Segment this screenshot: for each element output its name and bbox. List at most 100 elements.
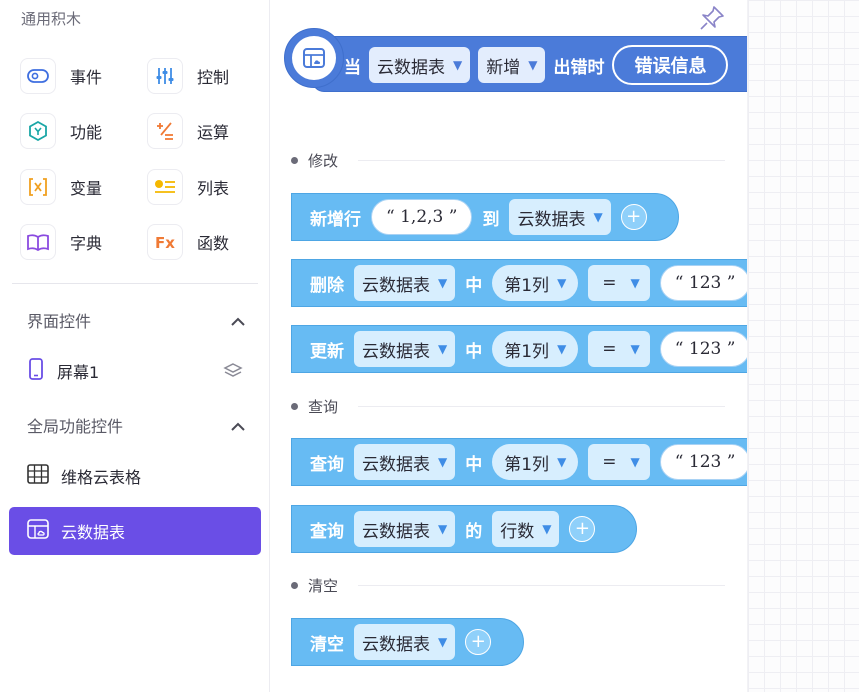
- query-row-count-block[interactable]: 查询 云数据表 ▼ 的 行数 ▼ +: [291, 505, 637, 553]
- add-arg-button[interactable]: +: [569, 516, 596, 542]
- tree-item-vika-table[interactable]: 维格云表格: [9, 452, 261, 500]
- block-label: 中: [465, 454, 483, 475]
- fx-icon: Fx: [147, 224, 183, 260]
- category-label: 查询: [308, 398, 339, 416]
- chevron-down-icon: ▼: [453, 58, 463, 72]
- block-label: 的: [465, 521, 483, 542]
- error-info-param[interactable]: 错误信息: [612, 45, 729, 85]
- chevron-down-icon: ▼: [438, 342, 448, 356]
- chevron-down-icon: ▼: [438, 276, 448, 290]
- add-row-block[interactable]: 新增行 “ 1,2,3 ” 到 云数据表 ▼ +: [291, 193, 679, 241]
- update-block[interactable]: 更新 云数据表 ▼ 中 第1列 ▼ = ▼ “ 123 ”: [291, 325, 747, 373]
- hat-table-dropdown[interactable]: 云数据表 ▼: [369, 47, 471, 83]
- tile-label: 列表: [197, 179, 230, 198]
- dropdown-value: 第1列: [504, 454, 550, 475]
- dropdown-value: 第1列: [504, 275, 550, 296]
- group-ui-controls[interactable]: 界面控件: [27, 308, 245, 332]
- dropdown-value: =: [602, 273, 617, 293]
- chevron-up-icon: [231, 416, 245, 435]
- dropdown-value: 云数据表: [362, 275, 430, 296]
- column-dropdown[interactable]: 第1列 ▼: [492, 331, 579, 367]
- category-clear: 清空: [291, 575, 725, 596]
- tile-label: 变量: [70, 179, 103, 198]
- category-divider: [358, 160, 725, 161]
- svg-text:Fx: Fx: [155, 234, 175, 250]
- add-arg-button[interactable]: +: [465, 629, 492, 655]
- chevron-down-icon: ▼: [438, 455, 448, 469]
- tile-variable[interactable]: 变量: [20, 169, 102, 205]
- tile-operation[interactable]: 运算: [147, 113, 229, 149]
- tile-function[interactable]: 功能: [20, 113, 102, 149]
- hat-action-dropdown[interactable]: 新增 ▼: [478, 47, 546, 83]
- pin-icon[interactable]: [698, 4, 726, 36]
- table-dropdown[interactable]: 云数据表 ▼: [354, 444, 456, 480]
- bullet-icon: [291, 582, 298, 589]
- tree-item-cloud-table[interactable]: 云数据表: [9, 507, 261, 555]
- bullet-icon: [291, 403, 298, 410]
- layers-icon[interactable]: [223, 362, 243, 384]
- column-dropdown[interactable]: 第1列 ▼: [492, 265, 579, 301]
- string-input[interactable]: “ 123 ”: [659, 331, 747, 367]
- group-title: 全局功能控件: [27, 417, 124, 436]
- table-dropdown[interactable]: 云数据表 ▼: [509, 199, 611, 235]
- error-event-hat-block[interactable]: 当 云数据表 ▼ 新增 ▼ 出错时 错误信息: [284, 28, 747, 92]
- tree-item-screen1[interactable]: 屏幕1: [9, 347, 261, 395]
- block-label: 查询: [310, 521, 344, 542]
- block-label: 更新: [310, 341, 344, 362]
- table-grid-icon: [27, 464, 49, 488]
- tile-label: 事件: [70, 68, 103, 87]
- dropdown-value: 行数: [500, 521, 535, 542]
- workspace-grid[interactable]: [747, 0, 859, 692]
- cloud-table-icon: [27, 519, 49, 543]
- dropdown-value: 云数据表: [517, 209, 586, 230]
- when-label: 当: [344, 57, 361, 78]
- dropdown-value: =: [602, 452, 617, 472]
- column-dropdown[interactable]: 第1列 ▼: [492, 444, 579, 480]
- phone-icon: [27, 358, 45, 384]
- blocks-sidebar: 通用积木 事件 控制 功能 运算 变量 列表 字典 Fx 函数 界面控件 屏幕1…: [0, 0, 270, 692]
- chevron-down-icon: ▼: [438, 522, 448, 536]
- tile-label: 函数: [197, 234, 230, 253]
- operator-dropdown[interactable]: = ▼: [588, 444, 650, 480]
- string-input[interactable]: “ 123 ”: [659, 444, 747, 480]
- operator-dropdown[interactable]: = ▼: [588, 331, 650, 367]
- tile-fx[interactable]: Fx 函数: [147, 224, 229, 260]
- dictionary-icon: [20, 224, 56, 260]
- chevron-down-icon: ▼: [557, 342, 567, 356]
- dropdown-value: 新增: [486, 57, 521, 78]
- group-global-controls[interactable]: 全局功能控件: [27, 413, 245, 437]
- chevron-down-icon: ▼: [557, 455, 567, 469]
- tile-dictionary[interactable]: 字典: [20, 224, 102, 260]
- tile-list[interactable]: 列表: [147, 169, 229, 205]
- control-icon: [147, 58, 183, 94]
- tile-event[interactable]: 事件: [20, 58, 102, 94]
- blocks-canvas: 当 云数据表 ▼ 新增 ▼ 出错时 错误信息 修改 新增行 “ 1,2,3 ” …: [271, 0, 747, 692]
- tree-item-label: 云数据表: [61, 523, 126, 542]
- tile-label: 字典: [70, 234, 103, 253]
- dropdown-value: 第1列: [504, 341, 550, 362]
- operator-dropdown[interactable]: = ▼: [588, 265, 650, 301]
- table-dropdown[interactable]: 云数据表 ▼: [354, 511, 456, 547]
- field-dropdown[interactable]: 行数 ▼: [492, 511, 560, 547]
- category-divider: [358, 406, 725, 407]
- category-label: 清空: [308, 577, 339, 595]
- tile-label: 运算: [197, 123, 230, 142]
- table-dropdown[interactable]: 云数据表 ▼: [354, 331, 456, 367]
- table-dropdown[interactable]: 云数据表 ▼: [354, 624, 456, 660]
- string-input[interactable]: “ 123 ”: [659, 265, 747, 301]
- sidebar-divider: [12, 283, 258, 284]
- chevron-down-icon: ▼: [438, 635, 448, 649]
- dropdown-value: 云数据表: [362, 454, 430, 475]
- chevron-up-icon: [231, 311, 245, 330]
- chevron-down-icon: ▼: [630, 342, 640, 356]
- tile-control[interactable]: 控制: [147, 58, 229, 94]
- category-label: 修改: [308, 152, 339, 170]
- table-dropdown[interactable]: 云数据表 ▼: [354, 265, 456, 301]
- query-block[interactable]: 查询 云数据表 ▼ 中 第1列 ▼ = ▼ “ 123 ”: [291, 438, 747, 486]
- string-input[interactable]: “ 1,2,3 ”: [371, 199, 473, 235]
- delete-block[interactable]: 删除 云数据表 ▼ 中 第1列 ▼ = ▼ “ 123 ”: [291, 259, 747, 307]
- dropdown-value: =: [602, 339, 617, 359]
- cloud-table-icon: [292, 36, 336, 80]
- add-arg-button[interactable]: +: [620, 204, 647, 230]
- clear-block[interactable]: 清空 云数据表 ▼ +: [291, 618, 524, 666]
